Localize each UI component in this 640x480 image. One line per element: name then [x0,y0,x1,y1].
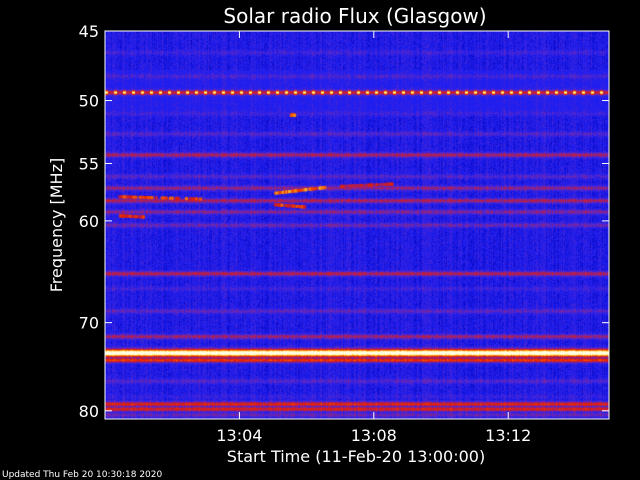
x-tick-label: 13:12 [485,426,531,445]
y-tick-label: 45 [79,22,99,41]
y-tick-label: 70 [79,314,99,333]
x-tick-label: 13:08 [351,426,397,445]
updated-timestamp: Updated Thu Feb 20 10:30:18 2020 [2,470,163,480]
x-axis-label: Start Time (11-Feb-20 13:00:00) [227,447,485,466]
spectrogram-chart: Solar radio Flux (Glasgow) 455055607080 … [0,0,640,480]
y-tick-label: 50 [79,92,99,111]
y-tick-label: 55 [79,154,99,173]
y-axis-label: Frequency [MHz] [47,158,66,292]
x-tick-label: 13:04 [216,426,262,445]
heatmap-image [105,31,609,419]
chart-title: Solar radio Flux (Glasgow) [223,4,486,28]
plot-area [104,30,610,420]
y-tick-label: 80 [79,402,99,421]
y-tick-label: 60 [79,212,99,231]
